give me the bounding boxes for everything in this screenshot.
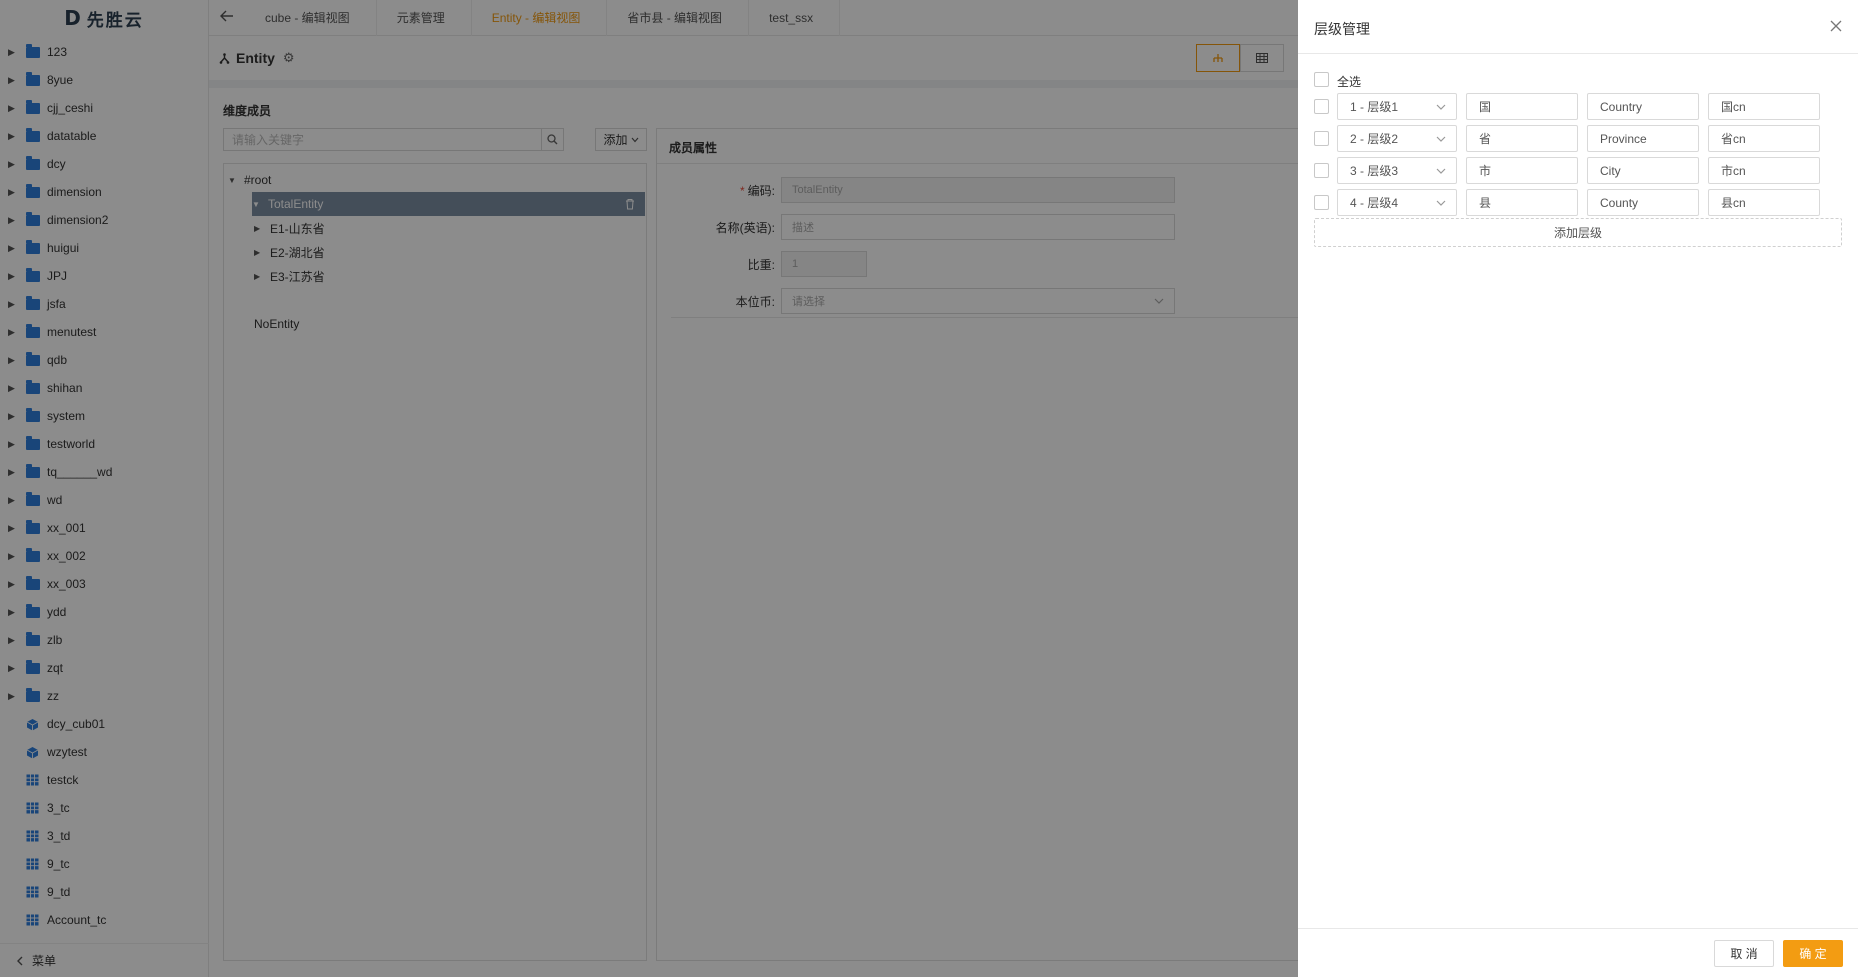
level-select[interactable]: 3 - 层级3	[1337, 157, 1457, 184]
chevron-down-icon	[1436, 104, 1446, 110]
confirm-button[interactable]: 确 定	[1783, 940, 1843, 967]
level-management-drawer: 层级管理 全选 1 - 层级1 国 Country 国cn 2 - 层级2 省 Provin…	[1298, 0, 1858, 977]
level-select[interactable]: 4 - 层级4	[1337, 189, 1457, 216]
level-name-field[interactable]: 县	[1466, 189, 1578, 216]
chevron-down-icon	[1436, 200, 1446, 206]
level-chinese-field[interactable]: 省cn	[1708, 125, 1820, 152]
level-chinese-field[interactable]: 国cn	[1708, 93, 1820, 120]
level-name-field[interactable]: 市	[1466, 157, 1578, 184]
level-select-value: 1 - 层级1	[1350, 100, 1399, 114]
select-all[interactable]: 全选	[1314, 72, 1362, 90]
level-name-field[interactable]: 省	[1466, 125, 1578, 152]
level-row: 4 - 层级4 县 County 县cn	[1314, 189, 1829, 216]
level-select[interactable]: 1 - 层级1	[1337, 93, 1457, 120]
select-all-checkbox[interactable]	[1314, 72, 1329, 87]
level-english-field[interactable]: Province	[1587, 125, 1699, 152]
level-chinese-field[interactable]: 县cn	[1708, 189, 1820, 216]
level-checkbox[interactable]	[1314, 163, 1329, 178]
level-checkbox[interactable]	[1314, 131, 1329, 146]
level-checkbox[interactable]	[1314, 99, 1329, 114]
level-select-value: 4 - 层级4	[1350, 196, 1399, 210]
select-all-label: 全选	[1337, 75, 1362, 89]
level-select[interactable]: 2 - 层级2	[1337, 125, 1457, 152]
level-select-value: 3 - 层级3	[1350, 164, 1399, 178]
divider	[1298, 53, 1858, 54]
level-english-field[interactable]: Country	[1587, 93, 1699, 120]
level-english-field[interactable]: County	[1587, 189, 1699, 216]
level-row: 1 - 层级1 国 Country 国cn	[1314, 93, 1829, 120]
add-level-button[interactable]: 添加层级	[1314, 218, 1842, 247]
level-chinese-field[interactable]: 市cn	[1708, 157, 1820, 184]
chevron-down-icon	[1436, 136, 1446, 142]
level-select-value: 2 - 层级2	[1350, 132, 1399, 146]
cancel-button[interactable]: 取 消	[1714, 940, 1774, 967]
divider	[1298, 928, 1858, 929]
close-icon[interactable]	[1828, 18, 1844, 34]
level-checkbox[interactable]	[1314, 195, 1329, 210]
chevron-down-icon	[1436, 168, 1446, 174]
level-row: 3 - 层级3 市 City 市cn	[1314, 157, 1829, 184]
level-name-field[interactable]: 国	[1466, 93, 1578, 120]
level-row: 2 - 层级2 省 Province 省cn	[1314, 125, 1829, 152]
drawer-title: 层级管理	[1314, 21, 1370, 37]
level-english-field[interactable]: City	[1587, 157, 1699, 184]
